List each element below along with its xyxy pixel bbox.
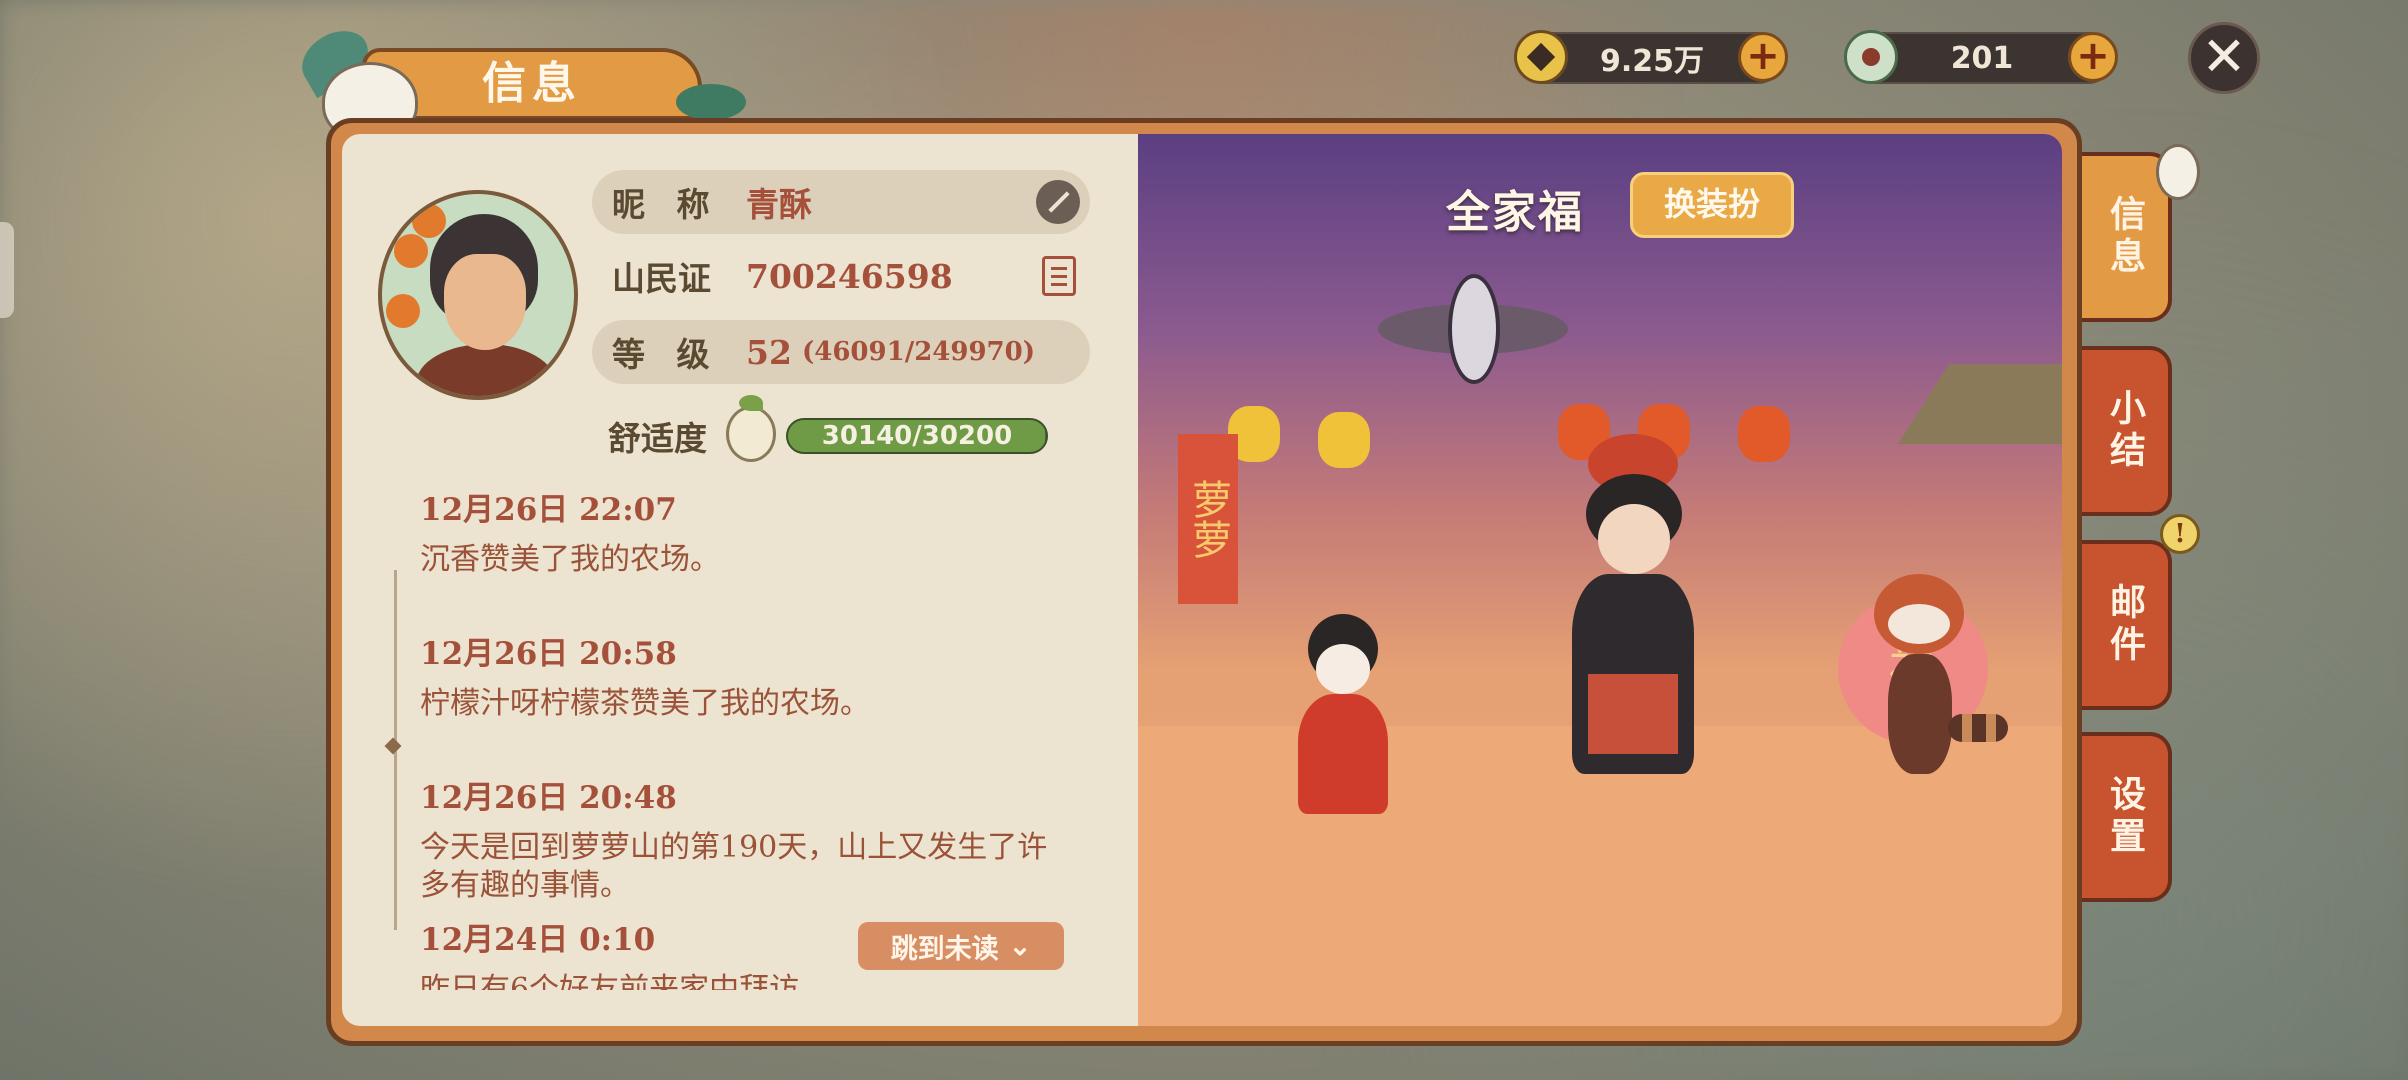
- log-time: 12月26日 20:58: [420, 636, 677, 672]
- log-message: 今天是回到萝萝山的第190天，山上又发生了许多有趣的事情。: [420, 830, 1048, 903]
- comfort-label: 舒适度: [608, 419, 707, 458]
- nickname-value: 青酥: [746, 185, 812, 224]
- magpie-kite: [1378, 274, 1568, 394]
- sprout-icon: [726, 395, 776, 462]
- nickname-row: 昵 称 青酥: [592, 170, 1090, 234]
- banner: 萝萝: [1178, 434, 1238, 604]
- double-chevron-down-icon: ⌄: [1008, 930, 1032, 962]
- coin-amount: 9.25万: [1599, 44, 1705, 79]
- log-entry: 12月26日 20:58 柠檬汁呀柠檬茶赞美了我的农场。: [420, 628, 1080, 723]
- log-message: 柠檬汁呀柠檬茶赞美了我的农场。: [420, 686, 870, 721]
- character-player[interactable]: [1558, 434, 1708, 794]
- comfort-bar: 30140/30200: [786, 418, 1048, 454]
- copy-id-icon[interactable]: [1042, 256, 1076, 296]
- close-button[interactable]: ✕: [2188, 22, 2260, 94]
- log-message: 沉香赞美了我的农场。: [420, 542, 720, 577]
- id-row: 山民证 700246598: [592, 244, 1090, 308]
- activity-log[interactable]: 12月26日 22:07 沉香赞美了我的农场。 12月26日 20:58 柠檬汁…: [420, 470, 1080, 990]
- tab-settings[interactable]: 设置: [2082, 732, 2172, 902]
- id-value: 700246598: [746, 256, 953, 296]
- scene-title: 全家福: [1446, 187, 1584, 238]
- level-row: 等 级 52 (46091/249970): [592, 320, 1090, 384]
- tab-summary[interactable]: 小结: [2082, 346, 2172, 516]
- player-avatar[interactable]: [378, 190, 578, 400]
- change-outfit-button[interactable]: 换装扮: [1630, 172, 1794, 238]
- log-entry: 12月26日 22:07 沉香赞美了我的农场。: [420, 484, 1080, 579]
- jade-counter: 201 +: [1844, 30, 2118, 84]
- radish-mascot-small-icon: [2156, 144, 2200, 200]
- level-value: 52: [746, 332, 792, 372]
- log-message: 昨日有6个好友前来家中拜访: [420, 972, 800, 990]
- edge-handle[interactable]: [0, 222, 14, 318]
- log-time: 12月26日 22:07: [420, 492, 677, 528]
- log-entry: 12月26日 20:48 今天是回到萝萝山的第190天，山上又发生了许多有趣的事…: [420, 772, 1060, 905]
- jade-icon: [1844, 30, 1898, 84]
- jump-to-unread-label: 跳到未读: [890, 933, 999, 965]
- edit-pen-icon[interactable]: [1036, 180, 1080, 224]
- nickname-label: 昵 称: [612, 185, 720, 224]
- level-label: 等 级: [612, 335, 720, 374]
- id-label: 山民证: [612, 259, 711, 298]
- leaf-decoration-right: [676, 84, 746, 120]
- log-time: 12月26日 20:48: [420, 780, 677, 816]
- lantern-icon: [1738, 406, 1790, 462]
- mail-alert-icon: !: [2160, 514, 2200, 554]
- jump-to-unread-button[interactable]: 跳到未读 ⌄: [858, 922, 1064, 970]
- add-jade-button[interactable]: +: [2068, 32, 2118, 82]
- add-coins-button[interactable]: +: [1738, 32, 1788, 82]
- coin-counter: 9.25万 +: [1514, 30, 1788, 84]
- jade-amount: 201: [1950, 40, 2014, 76]
- level-exp: (46091/249970): [801, 337, 1036, 367]
- family-photo-scene: 萝萝 福: [1138, 134, 2062, 1026]
- character-girl[interactable]: [1288, 614, 1398, 824]
- comfort-value: 30140/30200: [821, 421, 1013, 451]
- pavilion-roof: [1898, 364, 2062, 444]
- coin-icon: [1514, 30, 1568, 84]
- tab-mail[interactable]: 邮件: [2082, 540, 2172, 710]
- red-panda[interactable]: [1858, 574, 2008, 784]
- lantern-icon: [1318, 412, 1370, 468]
